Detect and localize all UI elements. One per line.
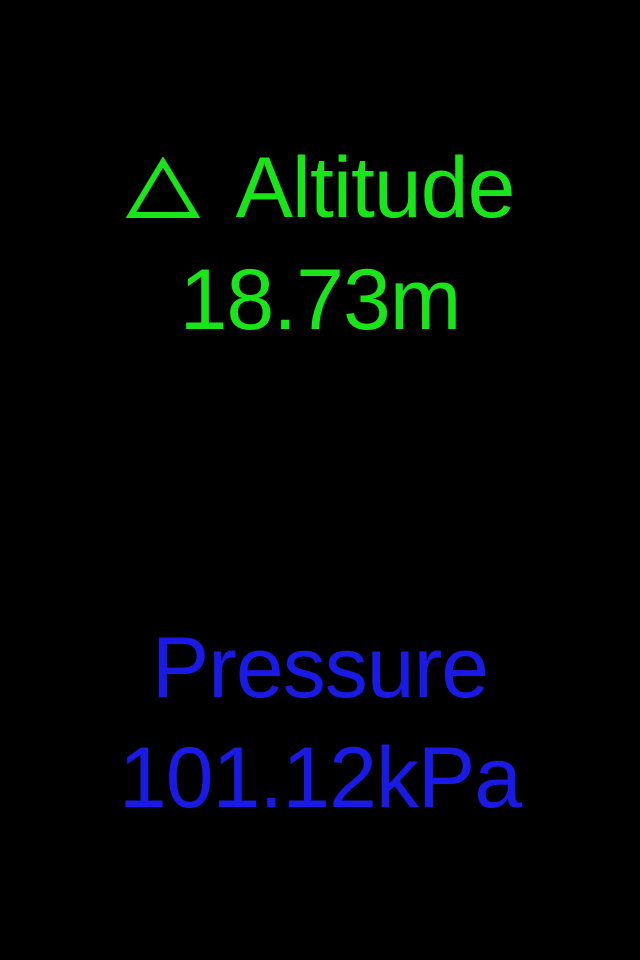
- pressure-label: Pressure: [151, 620, 489, 716]
- altitude-value: 18.73m: [179, 252, 462, 348]
- delta-icon: [125, 157, 200, 219]
- altitude-label: Altitude: [235, 140, 516, 236]
- altitude-heading: Altitude: [0, 138, 640, 238]
- altimeter-screen: Altitude 18.73m Pressure 101.12kPa: [0, 0, 640, 960]
- pressure-value: 101.12kPa: [118, 730, 522, 826]
